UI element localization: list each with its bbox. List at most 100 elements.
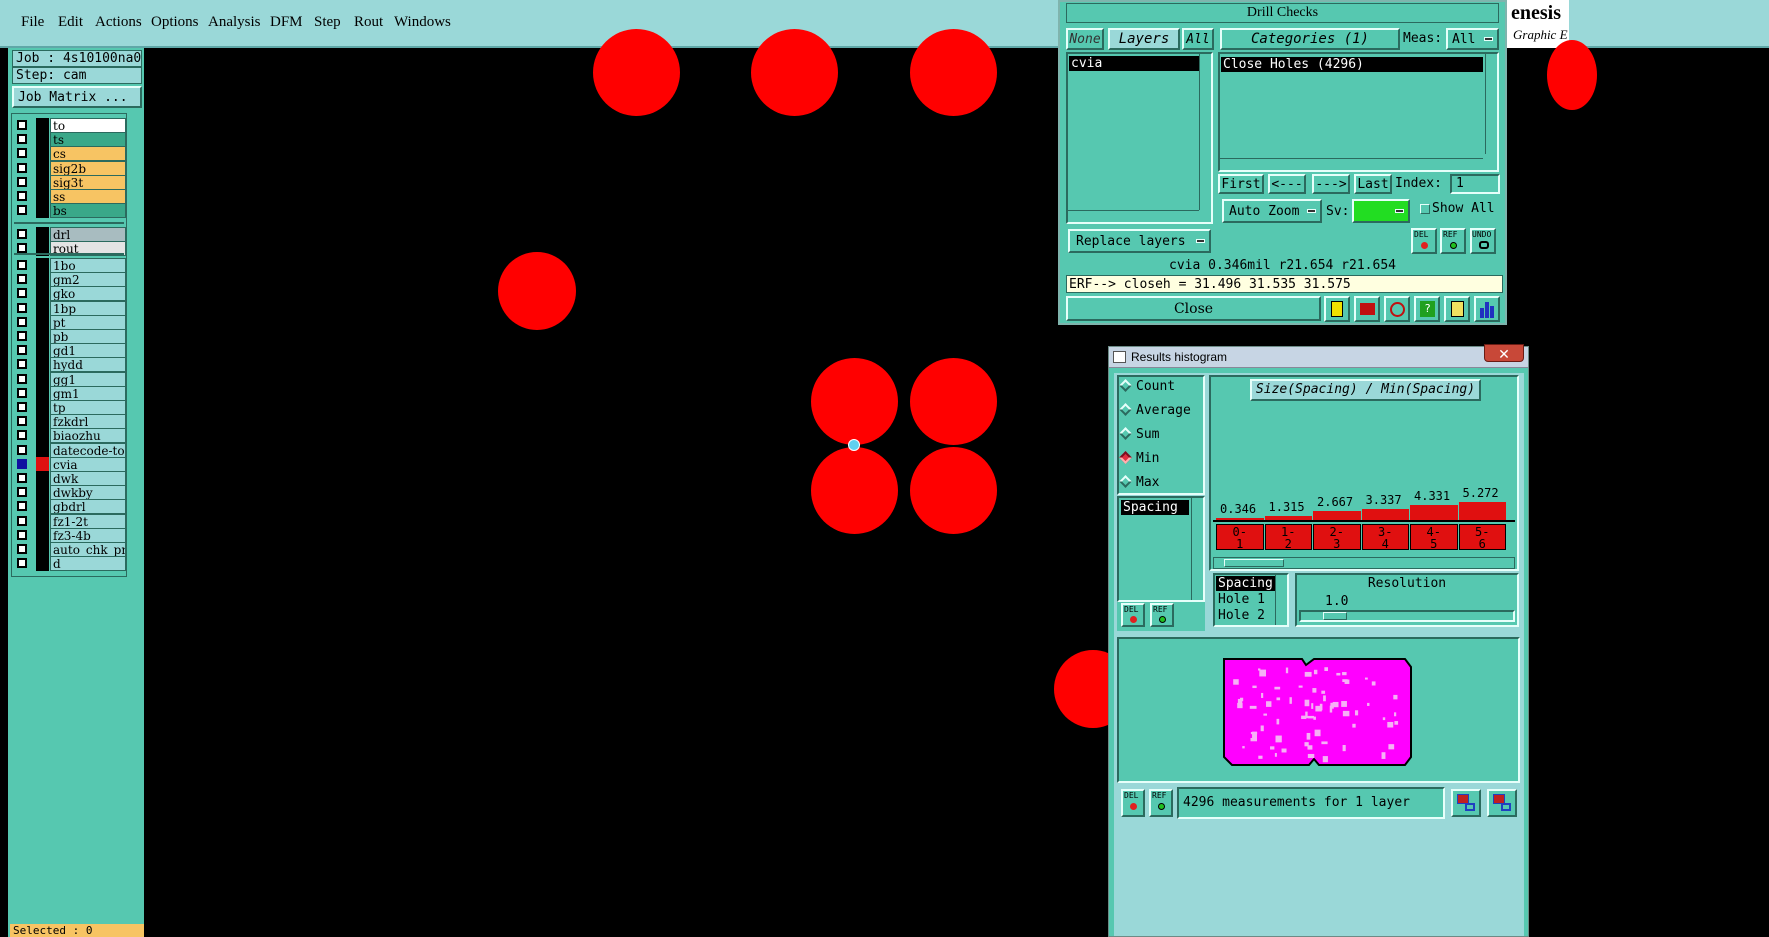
layer-checkbox[interactable] [17, 176, 27, 187]
layer-checkbox[interactable] [17, 444, 27, 455]
layer-row[interactable]: fz3-4b [14, 527, 126, 543]
layer-row[interactable]: gm2 [14, 272, 126, 288]
layer-name[interactable]: cs [50, 146, 126, 162]
layer-name[interactable]: fz3-4b [50, 527, 126, 543]
layer-checkbox[interactable] [17, 302, 27, 313]
layer-row[interactable]: sig2b [14, 160, 126, 176]
layer-color-swatch[interactable] [36, 189, 49, 204]
menu-options[interactable]: Options [151, 14, 199, 31]
layer-row[interactable]: fz1-2t [14, 513, 126, 529]
layer-color-swatch[interactable] [36, 442, 49, 458]
layer-listbox[interactable]: cvia [1066, 52, 1213, 224]
layer-color-swatch[interactable] [36, 456, 49, 472]
layer-row[interactable]: ss [14, 189, 126, 204]
layer-checkbox[interactable] [17, 373, 27, 384]
layer-checkbox[interactable] [17, 416, 27, 427]
layer-name[interactable]: drl [50, 227, 126, 242]
no-entry-icon[interactable] [1384, 296, 1410, 322]
highlight-icon[interactable] [1324, 296, 1350, 322]
menu-actions[interactable]: Actions [95, 14, 142, 31]
menu-windows[interactable]: Windows [394, 14, 451, 31]
layer-color-swatch[interactable] [36, 118, 49, 133]
layer-name[interactable]: gd1 [50, 343, 126, 359]
layer-color-swatch[interactable] [36, 428, 49, 444]
help-icon[interactable]: ? [1414, 296, 1440, 322]
menu-dfm[interactable]: DFM [270, 14, 303, 31]
layer-name[interactable]: sig3t [50, 174, 126, 190]
scroll-thumb[interactable] [1224, 559, 1284, 567]
layer-color-swatch[interactable] [36, 329, 49, 344]
layer-checkbox[interactable] [17, 544, 27, 554]
layer-row[interactable]: gg1 [14, 371, 126, 387]
sv-dropdown[interactable] [1352, 199, 1410, 223]
layer-row[interactable]: biaozhu [14, 428, 126, 444]
layer-name[interactable]: gbdrl [50, 499, 126, 515]
layer-checkbox[interactable] [17, 274, 27, 285]
field-listbox[interactable]: Spacing Hole 1 Hole 2 [1213, 573, 1289, 627]
layer-name[interactable]: gg1 [50, 371, 126, 387]
layer-row[interactable]: pb [14, 329, 126, 344]
layer-checkbox[interactable] [17, 430, 27, 441]
layer-name[interactable]: datecode-to [50, 442, 126, 458]
layer-name[interactable]: pt [50, 314, 126, 330]
layer-checkbox[interactable] [17, 529, 27, 540]
layer-color-swatch[interactable] [36, 485, 49, 501]
layer-checkbox[interactable] [17, 243, 27, 254]
vertical-scrollbar[interactable] [1485, 54, 1497, 154]
layer-row[interactable]: hydd [14, 357, 126, 373]
layer-row[interactable]: datecode-to [14, 442, 126, 458]
layer-checkbox[interactable] [17, 487, 27, 498]
layer-name[interactable]: 1bp [50, 300, 126, 316]
index-input[interactable]: 1 [1450, 174, 1500, 194]
histogram-bin-label[interactable]: 3- 4 [1361, 524, 1409, 550]
replace-layers-dropdown[interactable]: Replace layers [1068, 229, 1211, 253]
layer-row[interactable]: cs [14, 146, 126, 162]
chart-horizontal-scrollbar[interactable] [1213, 557, 1515, 569]
layer-color-swatch[interactable] [36, 471, 49, 486]
layer-checkbox[interactable] [17, 387, 27, 398]
layer-checkbox[interactable] [17, 229, 27, 239]
last-button[interactable]: Last [1354, 174, 1392, 194]
job-matrix-button[interactable]: Job Matrix ... [12, 86, 142, 108]
vertical-scrollbar[interactable] [1275, 575, 1287, 625]
histogram-icon[interactable] [1474, 296, 1500, 322]
undo-button[interactable]: UNDO [1470, 228, 1496, 254]
auto-zoom-dropdown[interactable]: Auto Zoom [1222, 199, 1322, 223]
layer-row[interactable]: drl [14, 227, 126, 242]
histogram-bar[interactable] [1458, 502, 1506, 520]
horizontal-scrollbar[interactable] [1068, 210, 1199, 222]
layer-checkbox[interactable] [17, 148, 27, 159]
menu-edit[interactable]: Edit [58, 14, 83, 31]
layer-checkbox[interactable] [17, 134, 27, 145]
layer-color-swatch[interactable] [36, 513, 49, 529]
layer-row[interactable]: cvia [14, 456, 126, 472]
layer-name[interactable]: gm1 [50, 385, 126, 401]
layer-name[interactable]: pb [50, 329, 126, 344]
layer-checkbox[interactable] [17, 191, 27, 201]
layer-color-swatch[interactable] [36, 203, 49, 219]
layer-row[interactable]: gd1 [14, 343, 126, 359]
histogram-bin-label[interactable]: 0- 1 [1216, 524, 1264, 550]
histogram-bar[interactable] [1361, 509, 1409, 520]
close-button[interactable]: Close [1066, 296, 1321, 321]
layer-row[interactable]: pt [14, 314, 126, 330]
menu-rout[interactable]: Rout [354, 14, 383, 31]
layer-color-swatch[interactable] [36, 499, 49, 515]
delete-feature-icon[interactable] [1354, 296, 1380, 322]
layer-color-swatch[interactable] [36, 300, 49, 316]
zoom-to-icon[interactable] [1451, 789, 1481, 817]
none-button[interactable]: None [1066, 28, 1104, 50]
layer-name[interactable]: cvia [50, 456, 126, 472]
layer-row[interactable]: 1bp [14, 300, 126, 316]
layer-name[interactable]: hydd [50, 357, 126, 373]
layer-checkbox[interactable] [17, 515, 27, 526]
layer-checkbox[interactable] [17, 359, 27, 370]
layer-row[interactable]: sig3t [14, 174, 126, 190]
layer-name[interactable]: ss [50, 189, 126, 204]
layer-row[interactable]: d [14, 556, 126, 572]
layer-color-swatch[interactable] [36, 160, 49, 176]
categories-button[interactable]: Categories (1) [1220, 28, 1400, 50]
zoom-back-icon[interactable] [1487, 789, 1517, 817]
layer-color-swatch[interactable] [36, 357, 49, 373]
layer-checkbox[interactable] [17, 120, 27, 130]
